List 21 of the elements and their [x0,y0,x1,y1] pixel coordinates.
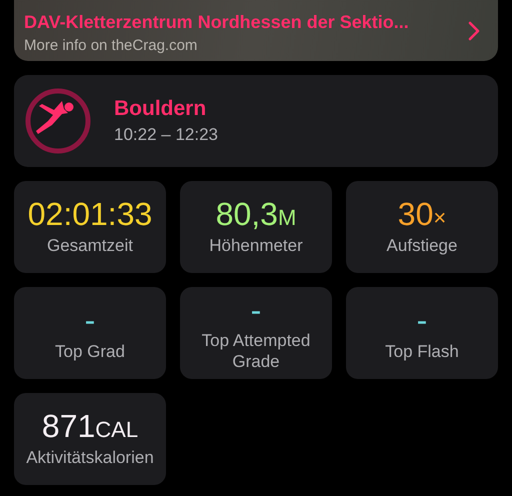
chevron-icon [468,20,480,40]
stat-label: Top Flash [385,342,459,362]
stat-value: - [416,304,428,338]
stat-value: 871CAL [42,410,138,444]
location-subtitle: More info on theCrag.com [24,36,198,54]
stat-label: Aktivitätskalorien [26,448,154,468]
stat-label: Gesamtzeit [47,236,133,256]
workout-title: Bouldern [114,97,208,121]
location-title: DAV-Kletterzentrum Nordhessen der Sektio... [24,12,410,32]
stat-value: 80,3M [216,198,296,232]
stat-value: 30× [398,198,446,232]
stat-label: Top Attempted Grade [200,331,312,372]
stat-value: 02:01:33 [28,198,152,232]
stat-value: - [250,294,262,328]
stat-label: Aufstiege [386,236,458,256]
workout-time: 10:22 – 12:23 [114,125,218,145]
location-card[interactable]: DAV-Kletterzentrum Nordhessen der Sektio... More info on theCrag.com [14,0,498,61]
stat-label: Top Grad [55,342,125,362]
stat-value: - [84,304,96,338]
climber-icon [24,87,92,155]
stat-label: Höhenmeter [209,236,303,256]
